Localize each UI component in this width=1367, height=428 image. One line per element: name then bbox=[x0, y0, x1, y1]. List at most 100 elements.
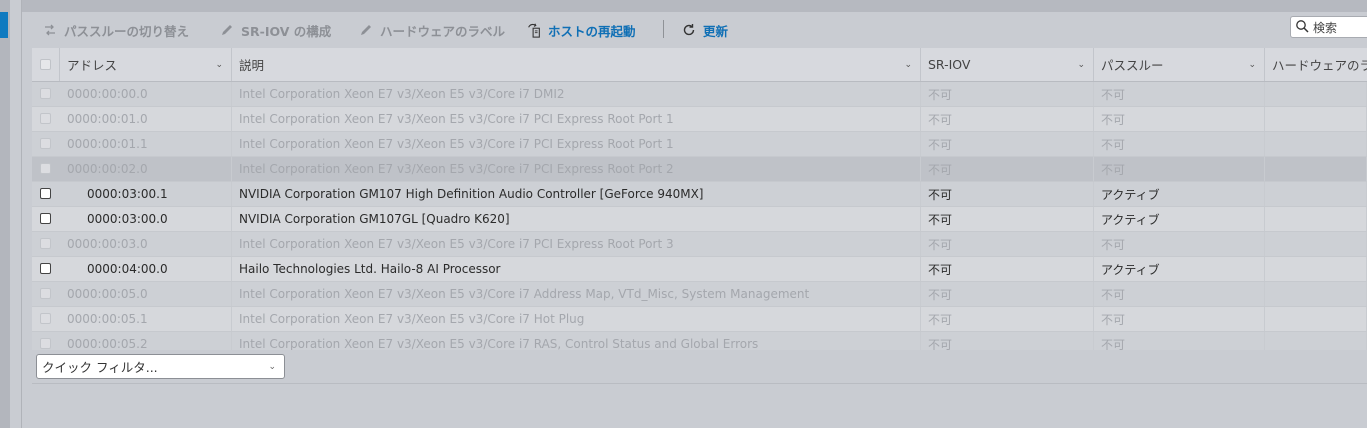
passthrough-cell: 不可 bbox=[1094, 157, 1265, 181]
passthrough-cell: 不可 bbox=[1094, 332, 1265, 350]
refresh-button[interactable]: 更新 bbox=[681, 18, 728, 42]
hardware-label-label: ハードウェアのラベル bbox=[380, 23, 506, 39]
top-strip bbox=[0, 0, 1367, 12]
description-cell: Intel Corporation Xeon E7 v3/Xeon E5 v3/… bbox=[232, 307, 921, 331]
configure-sriov-label: SR-IOV の構成 bbox=[241, 23, 332, 39]
select-all-checkbox[interactable] bbox=[40, 59, 51, 70]
table-row[interactable]: 0000:03:00.0 NVIDIA Corporation GM107GL [… bbox=[32, 207, 1367, 232]
address-cell: 0000:00:02.0 bbox=[60, 157, 232, 181]
description-cell: Intel Corporation Xeon E7 v3/Xeon E5 v3/… bbox=[232, 132, 921, 156]
select-all-cell bbox=[32, 48, 60, 81]
description-cell: NVIDIA Corporation GM107GL [Quadro K620] bbox=[232, 207, 921, 231]
passthrough-cell: アクティブ bbox=[1094, 207, 1265, 231]
chevron-down-icon[interactable]: ⌄ bbox=[1248, 60, 1256, 70]
quick-filter-dropdown[interactable]: クイック フィルタ... ⌄ bbox=[36, 354, 285, 379]
description-cell: Intel Corporation Xeon E7 v3/Xeon E5 v3/… bbox=[232, 232, 921, 256]
reboot-host-button[interactable]: ホストの再起動 bbox=[526, 18, 636, 42]
pencil-icon bbox=[219, 22, 235, 38]
description-cell: Intel Corporation Xeon E7 v3/Xeon E5 v3/… bbox=[232, 332, 921, 350]
row-checkbox bbox=[40, 313, 51, 324]
reboot-host-label: ホストの再起動 bbox=[548, 23, 636, 39]
passthrough-cell: 不可 bbox=[1094, 282, 1265, 306]
grid-body: 0000:00:00.0 Intel Corporation Xeon E7 v3… bbox=[32, 82, 1367, 350]
passthrough-cell: アクティブ bbox=[1094, 182, 1265, 206]
row-checkbox[interactable] bbox=[40, 213, 51, 224]
hardware-label-cell bbox=[1265, 232, 1367, 256]
passthrough-cell: 不可 bbox=[1094, 232, 1265, 256]
sriov-cell: 不可 bbox=[921, 282, 1094, 306]
passthrough-cell: アクティブ bbox=[1094, 257, 1265, 281]
chevron-down-icon: ⌄ bbox=[268, 362, 276, 372]
hardware-label-cell bbox=[1265, 282, 1367, 306]
description-cell: NVIDIA Corporation GM107 High Definition… bbox=[232, 182, 921, 206]
address-cell: 0000:00:05.1 bbox=[60, 307, 232, 331]
hardware-label-button[interactable]: ハードウェアのラベル bbox=[358, 18, 505, 42]
description-cell: Intel Corporation Xeon E7 v3/Xeon E5 v3/… bbox=[232, 157, 921, 181]
address-cell: 0000:04:00.0 bbox=[60, 257, 232, 281]
table-row[interactable]: 0000:00:01.1 Intel Corporation Xeon E7 v3… bbox=[32, 132, 1367, 157]
table-row[interactable]: 0000:00:02.0 Intel Corporation Xeon E7 v3… bbox=[32, 157, 1367, 182]
column-header-label: ハードウェアのラ bbox=[1272, 58, 1367, 73]
address-cell: 0000:00:05.0 bbox=[60, 282, 232, 306]
hardware-label-cell bbox=[1265, 107, 1367, 131]
address-cell: 0000:03:00.1 bbox=[60, 182, 232, 206]
column-header-label: SR-IOV bbox=[928, 57, 971, 72]
hardware-label-cell bbox=[1265, 82, 1367, 106]
search-input[interactable]: 検索 bbox=[1290, 16, 1367, 38]
hardware-label-cell bbox=[1265, 157, 1367, 181]
row-checkbox bbox=[40, 238, 51, 249]
hardware-label-cell bbox=[1265, 207, 1367, 231]
row-checkbox[interactable] bbox=[40, 188, 51, 199]
nav-selection-indicator bbox=[0, 12, 8, 38]
row-checkbox bbox=[40, 113, 51, 124]
column-header-label: アドレス bbox=[67, 58, 118, 73]
pencil-icon bbox=[358, 22, 374, 38]
toolbar-separator bbox=[663, 20, 664, 38]
pane-splitter[interactable] bbox=[10, 0, 22, 428]
description-cell: Intel Corporation Xeon E7 v3/Xeon E5 v3/… bbox=[232, 107, 921, 131]
chevron-down-icon[interactable]: ⌄ bbox=[215, 60, 223, 70]
swap-arrows-icon bbox=[42, 22, 58, 38]
passthrough-cell: 不可 bbox=[1094, 107, 1265, 131]
table-row[interactable]: 0000:03:00.1 NVIDIA Corporation GM107 Hig… bbox=[32, 182, 1367, 207]
chevron-down-icon[interactable]: ⌄ bbox=[1077, 60, 1085, 70]
address-cell: 0000:00:03.0 bbox=[60, 232, 232, 256]
table-row[interactable]: 0000:04:00.0 Hailo Technologies Ltd. Hail… bbox=[32, 257, 1367, 282]
passthrough-cell: 不可 bbox=[1094, 132, 1265, 156]
quick-filter-placeholder: クイック フィルタ... bbox=[42, 360, 158, 375]
sriov-cell: 不可 bbox=[921, 157, 1094, 181]
column-header-hardware-label[interactable]: ハードウェアのラ bbox=[1265, 48, 1367, 81]
row-checkbox bbox=[40, 338, 51, 349]
grid-footer-divider bbox=[32, 383, 1367, 384]
column-header-description[interactable]: 説明 ⌄ bbox=[232, 48, 921, 81]
row-checkbox[interactable] bbox=[40, 263, 51, 274]
configure-sriov-button[interactable]: SR-IOV の構成 bbox=[219, 18, 331, 42]
column-header-label: パススルー bbox=[1101, 58, 1164, 73]
reboot-host-icon bbox=[526, 22, 542, 38]
sriov-cell: 不可 bbox=[921, 82, 1094, 106]
address-cell: 0000:00:00.0 bbox=[60, 82, 232, 106]
table-row[interactable]: 0000:00:01.0 Intel Corporation Xeon E7 v3… bbox=[32, 107, 1367, 132]
table-row[interactable]: 0000:00:03.0 Intel Corporation Xeon E7 v3… bbox=[32, 232, 1367, 257]
table-row[interactable]: 0000:00:05.2 Intel Corporation Xeon E7 v3… bbox=[32, 332, 1367, 350]
sriov-cell: 不可 bbox=[921, 132, 1094, 156]
hardware-label-cell bbox=[1265, 257, 1367, 281]
refresh-label: 更新 bbox=[703, 23, 729, 39]
hardware-label-cell bbox=[1265, 332, 1367, 350]
hardware-label-cell bbox=[1265, 182, 1367, 206]
column-header-passthrough[interactable]: パススルー ⌄ bbox=[1094, 48, 1265, 81]
column-header-sriov[interactable]: SR-IOV ⌄ bbox=[921, 48, 1094, 81]
address-cell: 0000:00:01.0 bbox=[60, 107, 232, 131]
search-placeholder: 検索 bbox=[1313, 20, 1338, 35]
grid-header: アドレス ⌄ 説明 ⌄ SR-IOV ⌄ パススルー ⌄ ハードウェアのラ bbox=[32, 48, 1367, 82]
toggle-passthrough-button[interactable]: パススルーの切り替え bbox=[42, 18, 189, 42]
chevron-down-icon[interactable]: ⌄ bbox=[904, 60, 912, 70]
passthrough-cell: 不可 bbox=[1094, 82, 1265, 106]
table-row[interactable]: 0000:00:05.1 Intel Corporation Xeon E7 v3… bbox=[32, 307, 1367, 332]
table-row[interactable]: 0000:00:00.0 Intel Corporation Xeon E7 v3… bbox=[32, 82, 1367, 107]
sriov-cell: 不可 bbox=[921, 207, 1094, 231]
table-row[interactable]: 0000:00:05.0 Intel Corporation Xeon E7 v3… bbox=[32, 282, 1367, 307]
row-checkbox bbox=[40, 163, 51, 174]
column-header-address[interactable]: アドレス ⌄ bbox=[60, 48, 232, 81]
description-cell: Hailo Technologies Ltd. Hailo-8 AI Proce… bbox=[232, 257, 921, 281]
